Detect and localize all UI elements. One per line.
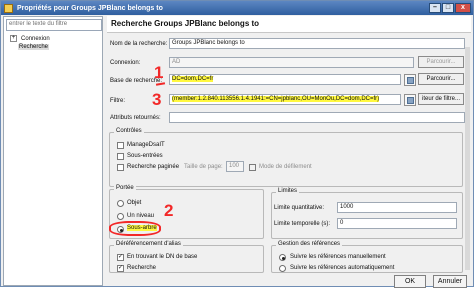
window-title: Propriétés pour Groups JPBlanc belongs t… (17, 4, 163, 12)
history-icon (407, 97, 414, 104)
annotation-two: 2 (164, 201, 174, 220)
count-limit-label: Limite quantitative: (274, 205, 325, 211)
annotation-underline (155, 82, 166, 86)
scope-object-radio[interactable] (117, 200, 124, 207)
search-name-input[interactable]: Groups JPBlanc belongs to (169, 38, 465, 49)
alias-title: Déréférencement d'alias (114, 241, 183, 247)
limits-group (271, 192, 463, 239)
controls-group (109, 132, 463, 187)
properties-window: Propriétés pour Groups JPBlanc belongs t… (0, 0, 474, 288)
time-limit-input[interactable]: 0 (337, 218, 457, 229)
paged-search-checkbox[interactable] (117, 164, 124, 171)
tree-label-recherche: Recherche (18, 44, 50, 50)
scope-object-label: Objet (127, 200, 142, 206)
manage-dsait-checkbox[interactable] (117, 142, 124, 149)
navigation-pane: entrer le texte du filtre + Connexion Re… (3, 16, 103, 286)
scope-one-level-radio[interactable] (117, 213, 124, 220)
scope-one-level-label: Un niveau (127, 213, 155, 219)
filter-input-field[interactable]: (member:1.2.840.113556.1.4.1941:=CN=jpbl… (169, 94, 401, 105)
alias-search-label: Recherche (127, 265, 157, 271)
window-controls: – □ x (429, 3, 471, 13)
subtree-highlight-circle (109, 221, 161, 236)
search-properties-panel: Recherche Groups JPBlanc belongs to Nom … (107, 16, 471, 288)
returned-attributes-label: Attributs retournés: (110, 115, 161, 121)
ok-button[interactable]: OK (394, 275, 426, 288)
tree-item-recherche[interactable]: Recherche (18, 44, 50, 50)
paged-search-label: Recherche paginée (127, 164, 180, 170)
automatic-referrals-radio[interactable] (279, 265, 286, 272)
alias-base-dn-label: En trouvant le DN de base (127, 254, 198, 260)
scope-title: Portée (114, 185, 136, 191)
maximize-button[interactable]: □ (442, 3, 454, 13)
alias-base-dn-checkbox[interactable]: ✓ (117, 254, 124, 261)
time-limit-label: Limite temporelle (s): (274, 221, 331, 227)
referrals-title: Gestion des références (276, 241, 343, 247)
connection-input: AD (169, 57, 414, 68)
automatic-referrals-label: Suivre les références automatiquement (290, 265, 395, 271)
vertical-scrollbar[interactable] (465, 47, 470, 270)
window-titlebar: Propriétés pour Groups JPBlanc belongs t… (1, 1, 473, 15)
manual-referrals-radio[interactable] (279, 254, 286, 261)
expand-icon[interactable]: + (10, 35, 17, 42)
panel-header: Recherche Groups JPBlanc belongs to (107, 16, 471, 33)
scroll-mode-checkbox (249, 164, 256, 171)
count-limit-input[interactable]: 1000 (337, 202, 457, 213)
alias-search-checkbox[interactable]: ✓ (117, 265, 124, 272)
base-history-button[interactable] (404, 74, 416, 86)
history-icon (407, 77, 414, 84)
cancel-button[interactable]: Annuler (433, 275, 467, 288)
tree-item-connexion[interactable]: + Connexion (10, 35, 50, 42)
annotation-three: 3 (152, 90, 162, 109)
manage-dsait-label: ManageDsaIT (127, 142, 165, 148)
tree-label-connexion: Connexion (21, 35, 50, 42)
filter-value: (member:1.2.840.113556.1.4.1941:=CN=jpbl… (172, 96, 380, 102)
subentries-label: Sous-entrées (127, 153, 163, 159)
browse-connection-button: Parcourir... (418, 56, 464, 68)
subentries-checkbox[interactable] (117, 153, 124, 160)
browse-base-button[interactable]: Parcourir... (418, 73, 464, 85)
scroll-mode-label: Mode de défilement (259, 164, 312, 170)
controls-title: Contrôles (114, 128, 144, 134)
filter-editor-button[interactable]: iteur de filtre... (418, 93, 464, 105)
connection-label: Connexion: (110, 60, 141, 66)
filter-input[interactable]: entrer le texte du filtre (6, 19, 102, 31)
returned-attributes-input[interactable] (169, 112, 465, 123)
page-size-input: 100 (226, 161, 244, 172)
search-base-input[interactable]: DC=dom,DC=fr (169, 74, 401, 85)
close-button[interactable]: x (455, 3, 471, 13)
filter-label: Filtre: (110, 98, 125, 104)
page-size-label: Taille de page: (184, 164, 223, 170)
window-folder-icon (4, 3, 13, 13)
annotation-one: 1 (154, 63, 164, 82)
manual-referrals-label: Suivre les références manuellement (290, 254, 386, 260)
limits-title: Limites (276, 188, 300, 194)
filter-history-button[interactable] (404, 94, 416, 106)
minimize-button[interactable]: – (429, 3, 441, 13)
search-base-value: DC=dom,DC=fr (172, 76, 214, 82)
search-name-label: Nom de la recherche: (110, 41, 168, 47)
